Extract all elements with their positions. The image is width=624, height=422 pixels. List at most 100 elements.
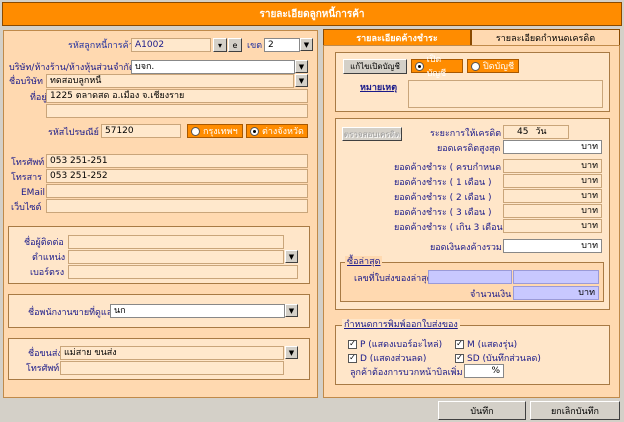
edit-account-button[interactable]: แก้ไขเปิดบัญชี [343, 59, 407, 74]
credit-term-label: ระยะการให้เครดิต [430, 129, 502, 139]
contact-direct-label: เบอร์ตรง [30, 268, 65, 278]
customer-code-edit-button[interactable]: e [228, 38, 242, 52]
markup-label: ลูกค้าต้องการบวกหน้าบิลเพิ่ม [350, 368, 463, 378]
postcode-input[interactable]: 57120 [101, 124, 181, 138]
latest-purchase-title: ซื้อล่าสุด [345, 256, 383, 268]
open-account-radio[interactable] [415, 61, 424, 71]
credit-term-input[interactable]: 45 วัน [503, 125, 569, 139]
contact-name-input[interactable] [68, 235, 284, 249]
print-m-label: M (แสดงรุ่น) [467, 340, 518, 350]
overdue-3m-label: ยอดค้างชำระ ( 3 เดือน ) [394, 208, 492, 218]
phone-label: โทรศัพท์ [11, 158, 45, 168]
customer-code-input[interactable]: A1002 [131, 38, 211, 52]
overdue-over3m-input[interactable]: บาท [503, 219, 602, 233]
postcode-label: รหัสไปรษณีย์ [48, 128, 99, 138]
close-account-option[interactable]: ปิดบัญชี [467, 59, 519, 73]
print-d-checkbox[interactable]: ✓ [348, 353, 357, 363]
print-settings-title: กำหนดการพิมพ์ออกใบส่งของ [342, 319, 460, 331]
bangkok-radio[interactable] [191, 126, 200, 136]
contact-direct-input[interactable] [68, 265, 298, 279]
print-sd-option[interactable]: ✓ SD (บันทึกส่วนลด) [455, 351, 541, 365]
open-account-label: เปิดบัญชี [426, 55, 447, 79]
overdue-1m-label: ยอดค้างชำระ ( 1 เดือน ) [394, 178, 492, 188]
fax-label: โทรสาร [11, 173, 42, 183]
latest-invoice-label: เลขที่ใบส่งของล่าสุด [354, 274, 433, 284]
close-account-radio[interactable] [471, 61, 480, 71]
print-p-checkbox[interactable]: ✓ [348, 339, 357, 349]
open-account-option[interactable]: เปิดบัญชี [411, 55, 463, 79]
overdue-due-label: ยอดค้างชำระ ( ครบกำหนด ) [394, 163, 508, 173]
salesperson-select[interactable]: นก [110, 304, 285, 318]
overdue-1m-input[interactable]: บาท [503, 174, 602, 188]
zone-label: เขต [247, 41, 263, 51]
check-credit-button[interactable]: ตรวจสอบเครดิต [342, 127, 402, 141]
total-outstanding-input[interactable]: บาท [503, 239, 602, 253]
salesperson-value: นก [114, 306, 126, 316]
salesperson-label: ชื่อพนักงานขายที่ดูแล [28, 308, 113, 318]
company-name-dropdown-icon[interactable]: ▼ [295, 74, 308, 87]
bangkok-radio-label: กรุงเทพฯ [203, 127, 238, 137]
company-type-select[interactable]: บจก. [131, 60, 295, 74]
website-input[interactable] [46, 199, 308, 213]
note-input[interactable] [408, 80, 603, 108]
company-name-input[interactable]: ทดสอบลูกหนี้ [46, 74, 294, 88]
shipper-phone-input[interactable] [60, 361, 284, 375]
website-label: เว็บไซต์ [11, 203, 42, 213]
zone-select[interactable]: 2 [264, 38, 300, 52]
shipper-phone-label: โทรศัพท์ [26, 364, 60, 374]
contact-position-label: ตำแหน่ง [32, 253, 66, 263]
print-sd-checkbox[interactable]: ✓ [455, 353, 464, 363]
tab-outstanding[interactable]: รายละเอียดค้างชำระ [323, 29, 471, 45]
zone-value: 2 [268, 40, 274, 50]
overdue-due-input[interactable]: บาท [503, 159, 602, 173]
bangkok-option[interactable]: กรุงเทพฯ [187, 124, 243, 138]
print-p-option[interactable]: ✓ P (แสดงเบอร์อะไหล่) [348, 337, 442, 351]
max-credit-label: ยอดเครดิตสูงสุด [437, 144, 501, 154]
latest-invoice-input[interactable] [428, 270, 512, 284]
province-radio-label: ต่างจังหวัด [262, 127, 304, 137]
latest-invoice-date[interactable] [513, 270, 599, 284]
phone-input[interactable]: 053 251-251 [46, 154, 308, 168]
shipper-input[interactable]: แม่สาย ขนส่ง [60, 346, 284, 360]
tab-credit-terms[interactable]: รายละเอียดกำหนดเครดิต [471, 29, 620, 45]
company-type-label: บริษัท/ห้างร้าน/ห้างหุ้นส่วนจำกัด [9, 63, 135, 73]
latest-amount-label: จำนวนเงิน [470, 290, 512, 300]
company-type-dropdown-icon[interactable]: ▼ [295, 60, 308, 73]
cancel-button[interactable]: ยกเลิกบันทึก [530, 401, 620, 420]
address-line-1[interactable]: 1225 ตลาดสด อ.เมือง จ.เชียงราย [46, 89, 308, 103]
print-d-option[interactable]: ✓ D (แสดงส่วนลด) [348, 351, 426, 365]
contact-position-input[interactable] [68, 250, 284, 264]
address-line-2[interactable] [46, 104, 308, 118]
print-p-label: P (แสดงเบอร์อะไหล่) [360, 340, 443, 350]
close-account-label: ปิดบัญชี [483, 62, 515, 72]
contact-name-label: ชื่อผู้ติดต่อ [24, 238, 64, 248]
province-radio[interactable] [250, 126, 259, 136]
shipper-dropdown-icon[interactable]: ▼ [285, 346, 298, 359]
overdue-over3m-label: ยอดค้างชำระ ( เกิน 3 เดือน) [394, 223, 507, 233]
company-name-label: ชื่อบริษัท [9, 77, 43, 87]
province-option[interactable]: ต่างจังหวัด [246, 124, 308, 138]
zone-dropdown-icon[interactable]: ▼ [300, 38, 313, 51]
note-label: หมายเหตุ [360, 83, 398, 93]
max-credit-input[interactable]: บาท [503, 140, 602, 154]
overdue-2m-input[interactable]: บาท [503, 189, 602, 203]
salesperson-dropdown-icon[interactable]: ▼ [285, 304, 298, 317]
credit-term-value: 45 [517, 127, 529, 137]
contact-position-dropdown-icon[interactable]: ▼ [285, 250, 298, 263]
email-input[interactable] [46, 184, 308, 198]
fax-input[interactable]: 053 251-252 [46, 169, 308, 183]
print-d-label: D (แสดงส่วนลด) [360, 354, 427, 364]
save-button[interactable]: บันทึก [438, 401, 526, 420]
email-label: EMail [21, 188, 45, 198]
print-m-option[interactable]: ✓ M (แสดงรุ่น) [455, 337, 517, 351]
company-type-value: บจก. [135, 62, 155, 72]
overdue-3m-input[interactable]: บาท [503, 204, 602, 218]
window-title: รายละเอียดลูกหนี้การค้า [2, 2, 622, 26]
print-sd-label: SD (บันทึกส่วนลด) [467, 354, 541, 364]
latest-amount-input[interactable]: บาท [513, 286, 599, 300]
address-label: ที่อยู่ [30, 93, 47, 103]
markup-input[interactable]: % [464, 364, 504, 378]
customer-code-lookup-button[interactable]: ▾ [213, 38, 227, 52]
total-outstanding-label: ยอดเงินคงค้างรวม [430, 243, 502, 253]
print-m-checkbox[interactable]: ✓ [455, 339, 464, 349]
